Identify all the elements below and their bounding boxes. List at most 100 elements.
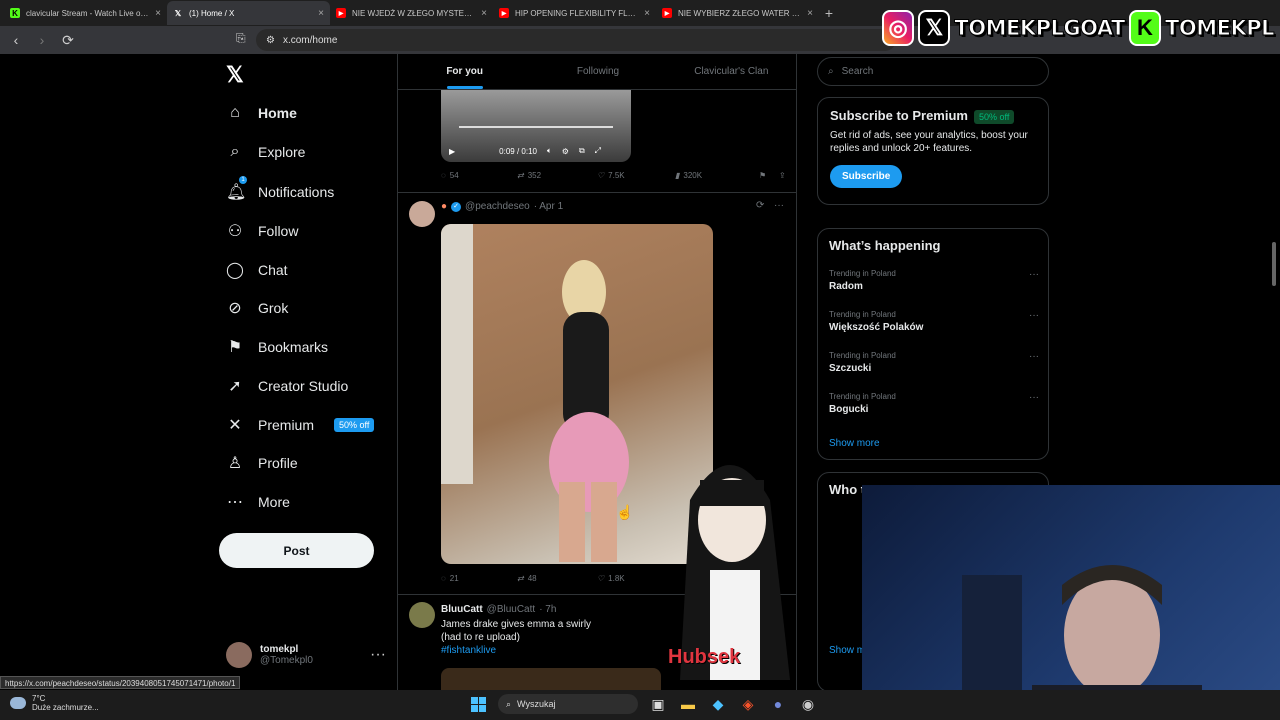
browser-tab-youtube-1[interactable]: ▶ NIE WJEDŹ W ZŁEGO MYSTERY BOX... × xyxy=(330,1,493,25)
nav-label: Creator Studio xyxy=(258,378,349,394)
pip-icon[interactable]: ⧉ xyxy=(579,146,585,156)
door-shape xyxy=(441,224,473,484)
nav-premium[interactable]: ✕ Premium 50% off xyxy=(226,415,375,435)
weather-widget[interactable]: 7°C Duże zachmurze... xyxy=(10,694,99,712)
nav-bookmarks[interactable]: ⚑ Bookmarks xyxy=(226,337,328,357)
close-tab-icon[interactable]: × xyxy=(807,8,813,19)
browser-tab-youtube-2[interactable]: ▶ HIP OPENING FLEXIBILITY FLOW Dre... × xyxy=(493,1,656,25)
volume-icon[interactable]: 🔈︎ xyxy=(547,146,552,156)
back-icon[interactable]: ‹ xyxy=(8,32,24,48)
browser-tab-youtube-3[interactable]: ▶ NIE WYBIERZ ZŁEGO WATER SLIDE'A... × xyxy=(656,1,819,25)
address-bar[interactable]: ⚙ x.com/home xyxy=(256,29,896,51)
repost-button[interactable]: ⇄ 352 xyxy=(517,171,597,180)
video-player[interactable]: ▶ 0:09 / 0:10 🔈︎ ⚙ ⧉ ⤢ xyxy=(441,90,631,162)
bookmark-page-icon[interactable]: ⎘ xyxy=(236,31,246,46)
more-options-icon[interactable]: ··· xyxy=(774,200,784,211)
nav-notifications[interactable]: 🔔︎ 1 Notifications xyxy=(226,176,334,202)
reply-icon: ◌ xyxy=(441,574,446,583)
heart-icon: ♡ xyxy=(597,171,605,180)
more-options-icon[interactable]: ··· xyxy=(1029,269,1039,280)
close-tab-icon[interactable]: × xyxy=(155,8,161,19)
person-icon: ♙ xyxy=(227,455,243,472)
fullscreen-icon[interactable]: ⤢ xyxy=(595,146,601,156)
trend-item[interactable]: Trending in Poland Bogucki ··· xyxy=(829,392,1039,415)
show-more-link[interactable]: Show m xyxy=(829,645,865,656)
post-button[interactable]: Post xyxy=(219,533,374,568)
post-handle[interactable]: @peachdeseo xyxy=(465,201,530,212)
hashtag-link[interactable]: #fishtanklive xyxy=(441,644,591,657)
discord-icon[interactable]: ● xyxy=(768,694,788,714)
settings-icon[interactable]: ⚙ xyxy=(562,147,569,156)
more-options-icon[interactable]: ··· xyxy=(1029,351,1039,362)
account-handle: @Tomekpl0 xyxy=(260,655,313,666)
add-person-icon: ⚇ xyxy=(227,223,243,240)
section-title: What’s happening xyxy=(829,238,941,253)
instagram-icon: ◎ xyxy=(882,10,915,46)
nav-chat[interactable]: ◯ Chat xyxy=(226,260,288,280)
taskbar-search[interactable]: ⌕ Wyszukaj xyxy=(498,694,638,714)
video-progress-bar[interactable] xyxy=(459,126,613,128)
more-icon: ⋯ xyxy=(227,494,243,511)
windows-start-icon[interactable] xyxy=(468,694,488,714)
more-options-icon[interactable]: ··· xyxy=(1029,310,1039,321)
grok-icon[interactable]: ⟳ xyxy=(756,200,764,211)
video-time: 0:09 / 0:10 xyxy=(499,146,537,156)
nav-home[interactable]: ⌂ Home xyxy=(226,104,297,122)
nav-profile[interactable]: ♙ Profile xyxy=(226,453,298,473)
post-media-thumbnail[interactable] xyxy=(441,668,661,690)
kick-favicon-icon: K xyxy=(10,8,20,18)
reply-button[interactable]: ◌ 54 xyxy=(441,171,517,180)
site-info-icon[interactable]: ⚙ xyxy=(266,35,275,46)
verified-icon: ✓ xyxy=(451,201,462,212)
youtube-favicon-icon: ▶ xyxy=(662,8,672,18)
reload-icon[interactable]: ⟳ xyxy=(60,32,76,49)
account-switcher[interactable]: tomekpl @Tomekpl0 ··· xyxy=(226,642,386,668)
close-tab-icon[interactable]: × xyxy=(481,8,487,19)
browser-tab-x-home[interactable]: 𝕏 (1) Home / X × xyxy=(167,1,330,25)
more-options-icon[interactable]: ··· xyxy=(1029,392,1039,403)
more-options-icon[interactable]: ··· xyxy=(370,646,386,664)
tab-for-you[interactable]: For you xyxy=(398,54,531,89)
trend-name: Radom xyxy=(829,281,863,292)
close-tab-icon[interactable]: × xyxy=(318,8,324,19)
show-more-link[interactable]: Show more xyxy=(829,438,880,449)
close-tab-icon[interactable]: × xyxy=(644,8,650,19)
primary-navigation: 𝕏 ⌂ Home ⌕ Explore 🔔︎ 1 Notifications ⚇ F… xyxy=(218,54,398,690)
reply-button[interactable]: ◌ 21 xyxy=(441,574,517,583)
trend-item[interactable]: Trending in Poland Szczucki ··· xyxy=(829,351,1039,374)
file-explorer-icon[interactable]: ▬ xyxy=(678,694,698,714)
post-author-name[interactable]: BluuCatt xyxy=(441,604,483,615)
post-text-line: James drake gives emma a swirly xyxy=(441,619,592,630)
nav-grok[interactable]: ⊘ Grok xyxy=(226,298,288,318)
trend-item[interactable]: Trending in Poland Radom ··· xyxy=(829,269,1039,292)
trend-context: Trending in Poland xyxy=(829,351,896,360)
tab-following[interactable]: Following xyxy=(531,54,664,89)
x-logo-icon[interactable]: 𝕏 xyxy=(226,62,244,88)
tab-clan[interactable]: Clavicular's Clan xyxy=(665,54,796,89)
trend-item[interactable]: Trending in Poland Większość Polaków ··· xyxy=(829,310,1039,333)
search-input[interactable]: ⌕ Search xyxy=(817,57,1049,86)
bookmark-button[interactable]: ⚑ xyxy=(759,171,779,180)
nav-more[interactable]: ⋯ More xyxy=(226,492,290,512)
browser-tab-kick[interactable]: K clavicular Stream - Watch Live on Ki..… xyxy=(4,1,167,25)
scrollbar-thumb[interactable] xyxy=(1272,242,1276,286)
new-tab-icon[interactable]: + xyxy=(819,5,839,21)
views-button[interactable]: ▮ 320K xyxy=(675,171,759,180)
post-handle[interactable]: @BluuCatt xyxy=(487,604,536,615)
like-button[interactable]: ♡ 7.5K xyxy=(597,171,675,180)
share-icon[interactable]: ⇪ xyxy=(779,171,786,180)
avatar[interactable] xyxy=(409,602,435,628)
nav-explore[interactable]: ⌕ Explore xyxy=(226,143,306,161)
nav-follow[interactable]: ⚇ Follow xyxy=(226,221,299,241)
steam-icon[interactable]: ◉ xyxy=(798,694,818,714)
nav-creator-studio[interactable]: ➚ Creator Studio xyxy=(226,376,348,396)
store-icon[interactable]: ◆ xyxy=(708,694,728,714)
subscribe-button[interactable]: Subscribe xyxy=(830,165,903,188)
task-view-icon[interactable]: ▣ xyxy=(648,694,668,714)
brave-browser-icon[interactable]: ◈ xyxy=(738,694,758,714)
forward-icon[interactable]: › xyxy=(34,32,50,48)
repost-button[interactable]: ⇄ 48 xyxy=(517,574,597,583)
premium-title: Subscribe to Premium 50% off xyxy=(830,108,1036,124)
play-icon[interactable]: ▶ xyxy=(449,147,455,156)
avatar[interactable] xyxy=(409,201,435,227)
